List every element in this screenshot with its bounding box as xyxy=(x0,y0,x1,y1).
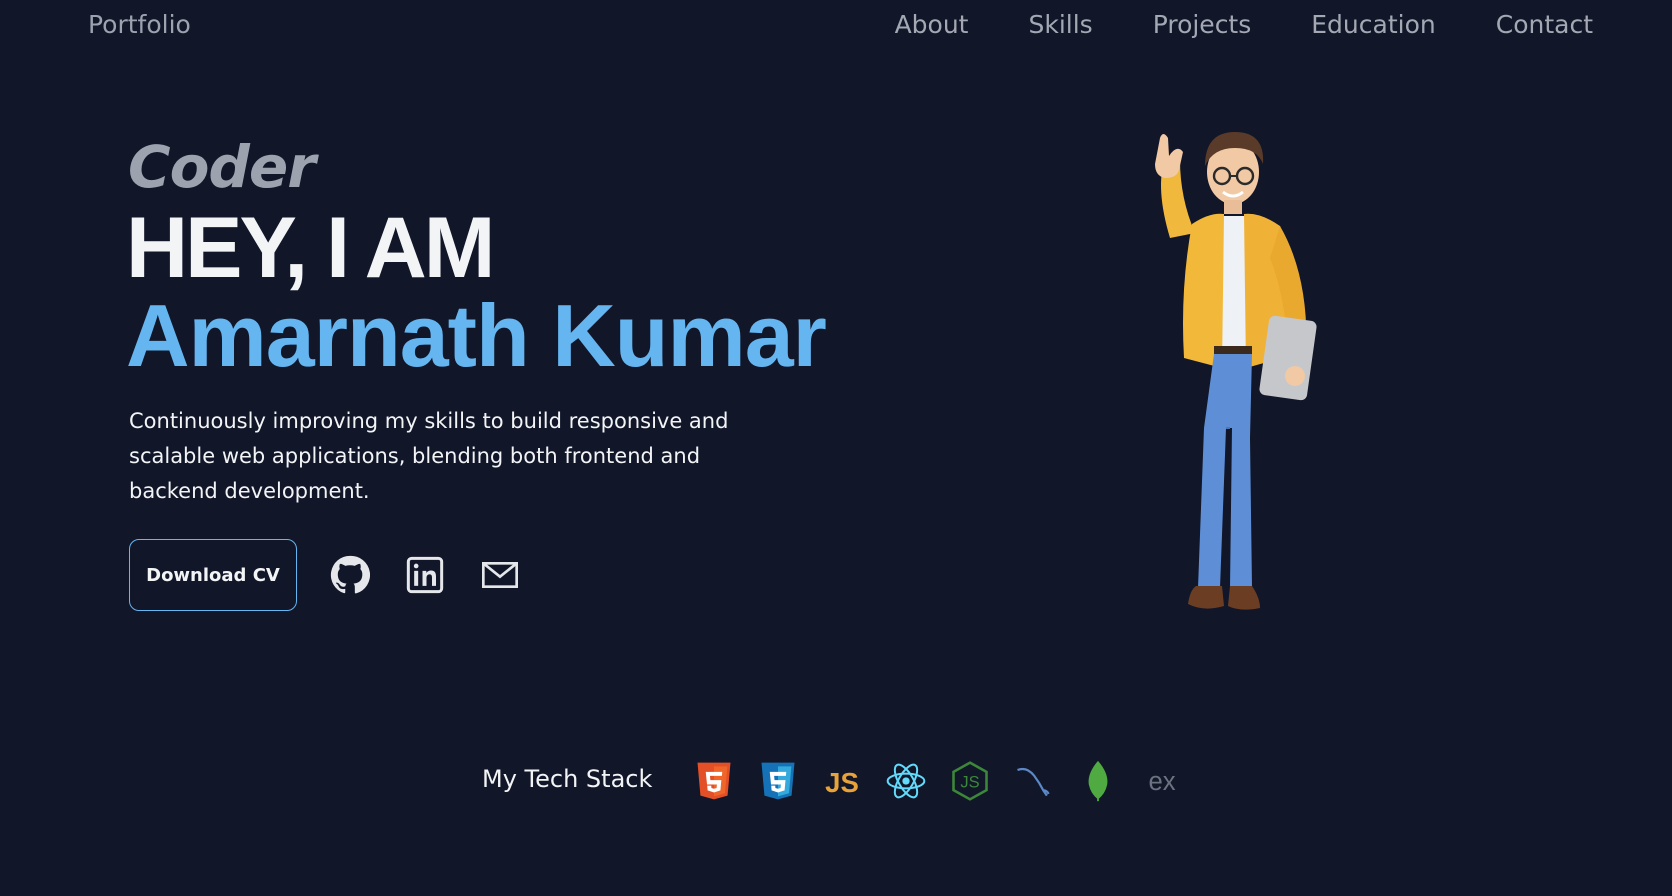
hero-description: Continuously improving my skills to buil… xyxy=(129,409,729,503)
page: Portfolio About Skills Projects Educatio… xyxy=(0,0,1672,896)
express-icon: ex xyxy=(1140,758,1184,804)
download-cv-button[interactable]: Download CV xyxy=(129,539,297,611)
svg-text:ex: ex xyxy=(1148,768,1175,796)
hero-greeting: HEY, I AM xyxy=(126,200,495,296)
linkedin-icon[interactable] xyxy=(403,553,447,597)
github-icon[interactable] xyxy=(328,553,372,597)
javascript-icon: JS xyxy=(820,758,864,804)
hero-name: Amarnath Kumar xyxy=(126,286,827,385)
svg-text:JS: JS xyxy=(960,773,979,791)
nav-link-about[interactable]: About xyxy=(895,10,969,39)
nav-link-education[interactable]: Education xyxy=(1311,10,1435,39)
mongodb-icon xyxy=(1076,758,1120,804)
css3-icon xyxy=(756,758,800,804)
nav-link-contact[interactable]: Contact xyxy=(1496,10,1593,39)
html5-icon xyxy=(692,758,736,804)
mysql-icon xyxy=(1012,758,1056,804)
hero-actions: Download CV xyxy=(129,539,522,611)
react-icon xyxy=(884,758,928,804)
waving-man-avatar xyxy=(1155,132,1317,610)
svg-text:JS: JS xyxy=(825,767,859,798)
nav-link-skills[interactable]: Skills xyxy=(1028,10,1092,39)
nav-link-projects[interactable]: Projects xyxy=(1153,10,1252,39)
hero-tagline: Coder xyxy=(128,133,316,201)
tech-stack-label: My Tech Stack xyxy=(482,765,653,793)
tech-stack-icons: JS JS ex xyxy=(692,758,1184,804)
mail-icon[interactable] xyxy=(478,553,522,597)
nodejs-icon: JS xyxy=(948,758,992,804)
main-nav: About Skills Projects Education Contact xyxy=(895,10,1593,39)
brand-logo-link[interactable]: Portfolio xyxy=(88,10,191,39)
